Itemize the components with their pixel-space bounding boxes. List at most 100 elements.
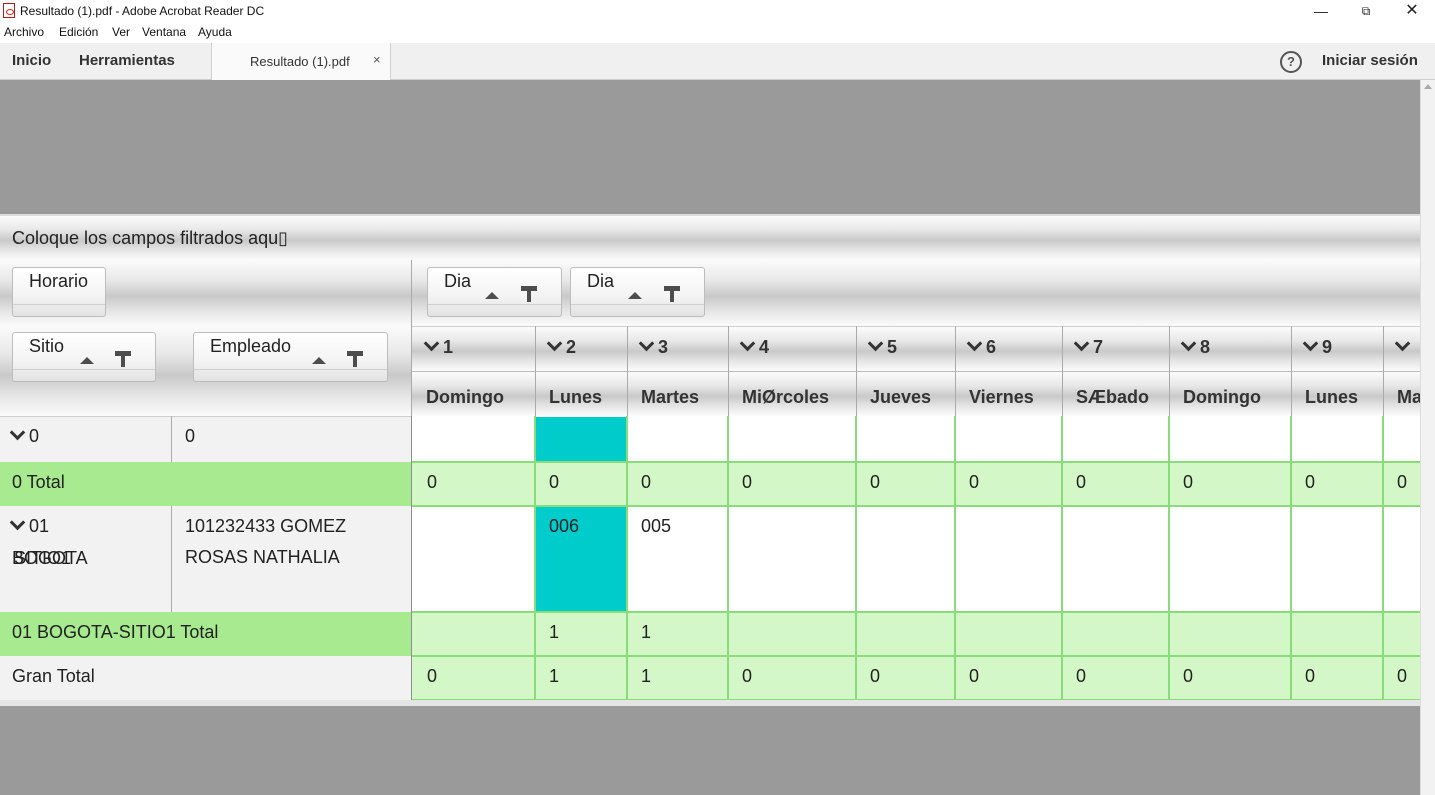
vertical-scrollbar[interactable]	[1420, 80, 1435, 795]
dia-field-label-2: Dia	[587, 271, 615, 291]
day-name-2: Lunes	[549, 387, 603, 407]
value-cell: 1	[549, 622, 560, 642]
horario-field-label: Horario	[29, 271, 89, 291]
scroll-up-icon[interactable]	[1424, 84, 1432, 89]
filter-icon[interactable]	[115, 351, 131, 367]
filter-icon[interactable]	[521, 286, 537, 302]
menu-archivo[interactable]: Archivo	[4, 25, 44, 39]
main-toolbar: Inicio Herramientas Resultado (1).pdf × …	[0, 43, 1435, 80]
value-cell: 0	[969, 472, 980, 492]
filter-icon[interactable]	[347, 351, 363, 367]
day-header-2[interactable]: 2	[535, 326, 627, 371]
sitio-01-name-overlap: BOGOTASITIO1BOGOTA	[12, 548, 88, 568]
sort-icon[interactable]	[485, 292, 499, 299]
day-name-3: Martes	[641, 387, 700, 407]
table-bottom-edge	[0, 700, 1420, 706]
horario-field-button[interactable]: Horario	[12, 267, 106, 317]
acrobat-pdf-icon	[3, 3, 15, 18]
value-cell: 0	[427, 472, 438, 492]
value-cell: 1	[641, 666, 652, 686]
pdf-page: Coloque los campos filtrados aqu▯ Horari…	[0, 214, 1420, 706]
chevron-down-icon[interactable]	[1180, 335, 1197, 352]
chevron-down-icon[interactable]	[1302, 335, 1319, 352]
day-name-8: Domingo	[1183, 387, 1261, 407]
tools-tab[interactable]: Herramientas	[79, 52, 175, 69]
sort-icon[interactable]	[628, 292, 642, 299]
row-header-0	[0, 416, 412, 462]
day-header-8[interactable]: 8	[1169, 326, 1291, 371]
menu-ventana[interactable]: Ventana	[142, 25, 186, 39]
restore-button[interactable]: ⧉	[1343, 0, 1389, 23]
dia-field-button-1[interactable]: Dia	[427, 267, 562, 317]
value-cell: 0	[969, 666, 980, 686]
empleado-01-line2: ROSAS NATHALIA	[185, 547, 340, 567]
values-total-0	[412, 462, 1420, 506]
empleado-field-label: Empleado	[210, 336, 292, 356]
value-cell: 0	[1183, 472, 1194, 492]
chevron-down-icon[interactable]	[9, 514, 26, 531]
day-name-4: MiØrcoles	[742, 387, 830, 407]
value-cell: 0	[870, 472, 881, 492]
chevron-down-icon[interactable]	[9, 424, 26, 441]
total-0-label: 0 Total	[12, 472, 65, 492]
highlight-cell-row0-lunes[interactable]	[536, 417, 626, 461]
value-cell: 005	[641, 516, 672, 536]
grand-total-label: Gran Total	[12, 666, 95, 686]
minimize-button[interactable]: —	[1298, 0, 1344, 23]
chevron-down-icon[interactable]	[966, 335, 983, 352]
day-header-9[interactable]: 9	[1291, 326, 1383, 371]
sitio-0-cell[interactable]: 0	[9, 424, 39, 447]
dia-field-button-2[interactable]: Dia	[570, 267, 705, 317]
value-cell: 0	[870, 666, 881, 686]
chevron-down-icon[interactable]	[1073, 335, 1090, 352]
empleado-field-button[interactable]: Empleado	[193, 332, 388, 382]
chevron-down-icon[interactable]	[739, 335, 756, 352]
menu-edicion[interactable]: Edición	[59, 25, 98, 39]
value-cell: 1	[549, 666, 560, 686]
sign-in-link[interactable]: Iniciar sesión	[1322, 52, 1418, 69]
day-header-4[interactable]: 4	[728, 326, 856, 371]
day-header-1[interactable]: 1	[412, 326, 535, 371]
title-bar: Resultado (1).pdf - Adobe Acrobat Reader…	[0, 0, 1435, 23]
sitio-01-cell[interactable]: 01	[9, 514, 49, 537]
filter-icon[interactable]	[664, 286, 680, 302]
day-header-6[interactable]: 6	[955, 326, 1062, 371]
empleado-01-line1: 101232433 GOMEZ	[185, 516, 347, 536]
value-cell: 1	[641, 622, 652, 642]
chevron-down-icon[interactable]	[423, 335, 440, 352]
help-icon[interactable]: ?	[1280, 51, 1302, 73]
window-title: Resultado (1).pdf - Adobe Acrobat Reader…	[20, 4, 265, 18]
document-tab-label: Resultado (1).pdf	[250, 54, 350, 69]
menu-ver[interactable]: Ver	[112, 25, 130, 39]
menu-ayuda[interactable]: Ayuda	[198, 25, 232, 39]
day-header-10[interactable]	[1383, 326, 1420, 371]
value-cell: 006	[549, 516, 580, 536]
day-header-5[interactable]: 5	[856, 326, 955, 371]
sort-icon[interactable]	[312, 357, 326, 364]
close-window-button[interactable]: ✕	[1389, 0, 1435, 23]
day-name-1: Domingo	[426, 387, 504, 407]
menu-bar: Archivo Edición Ver Ventana Ayuda	[0, 23, 1435, 43]
sitio-field-button[interactable]: Sitio	[12, 332, 156, 382]
total-01-label: 01 BOGOTA-SITIO1 Total	[12, 622, 219, 642]
chevron-down-icon[interactable]	[1394, 335, 1411, 352]
sort-icon[interactable]	[80, 357, 94, 364]
filter-prompt: Coloque los campos filtrados aqu▯	[12, 228, 289, 248]
values-grand-total	[412, 656, 1420, 700]
day-name-9: Lunes	[1305, 387, 1359, 407]
value-cell: 0	[1305, 666, 1316, 686]
values-total-01	[412, 612, 1420, 656]
day-name-6: Viernes	[969, 387, 1034, 407]
close-tab-icon[interactable]: ×	[373, 52, 381, 67]
value-cell: 0	[1183, 666, 1194, 686]
chevron-down-icon[interactable]	[546, 335, 563, 352]
document-tab[interactable]: Resultado (1).pdf ×	[211, 43, 391, 80]
chevron-down-icon[interactable]	[867, 335, 884, 352]
day-header-3[interactable]: 3	[627, 326, 728, 371]
day-header-7[interactable]: 7	[1062, 326, 1169, 371]
dia-field-label-1: Dia	[444, 271, 472, 291]
value-cell: 0	[1076, 666, 1087, 686]
home-tab[interactable]: Inicio	[12, 52, 51, 69]
day-name-5: Jueves	[870, 387, 932, 407]
chevron-down-icon[interactable]	[638, 335, 655, 352]
